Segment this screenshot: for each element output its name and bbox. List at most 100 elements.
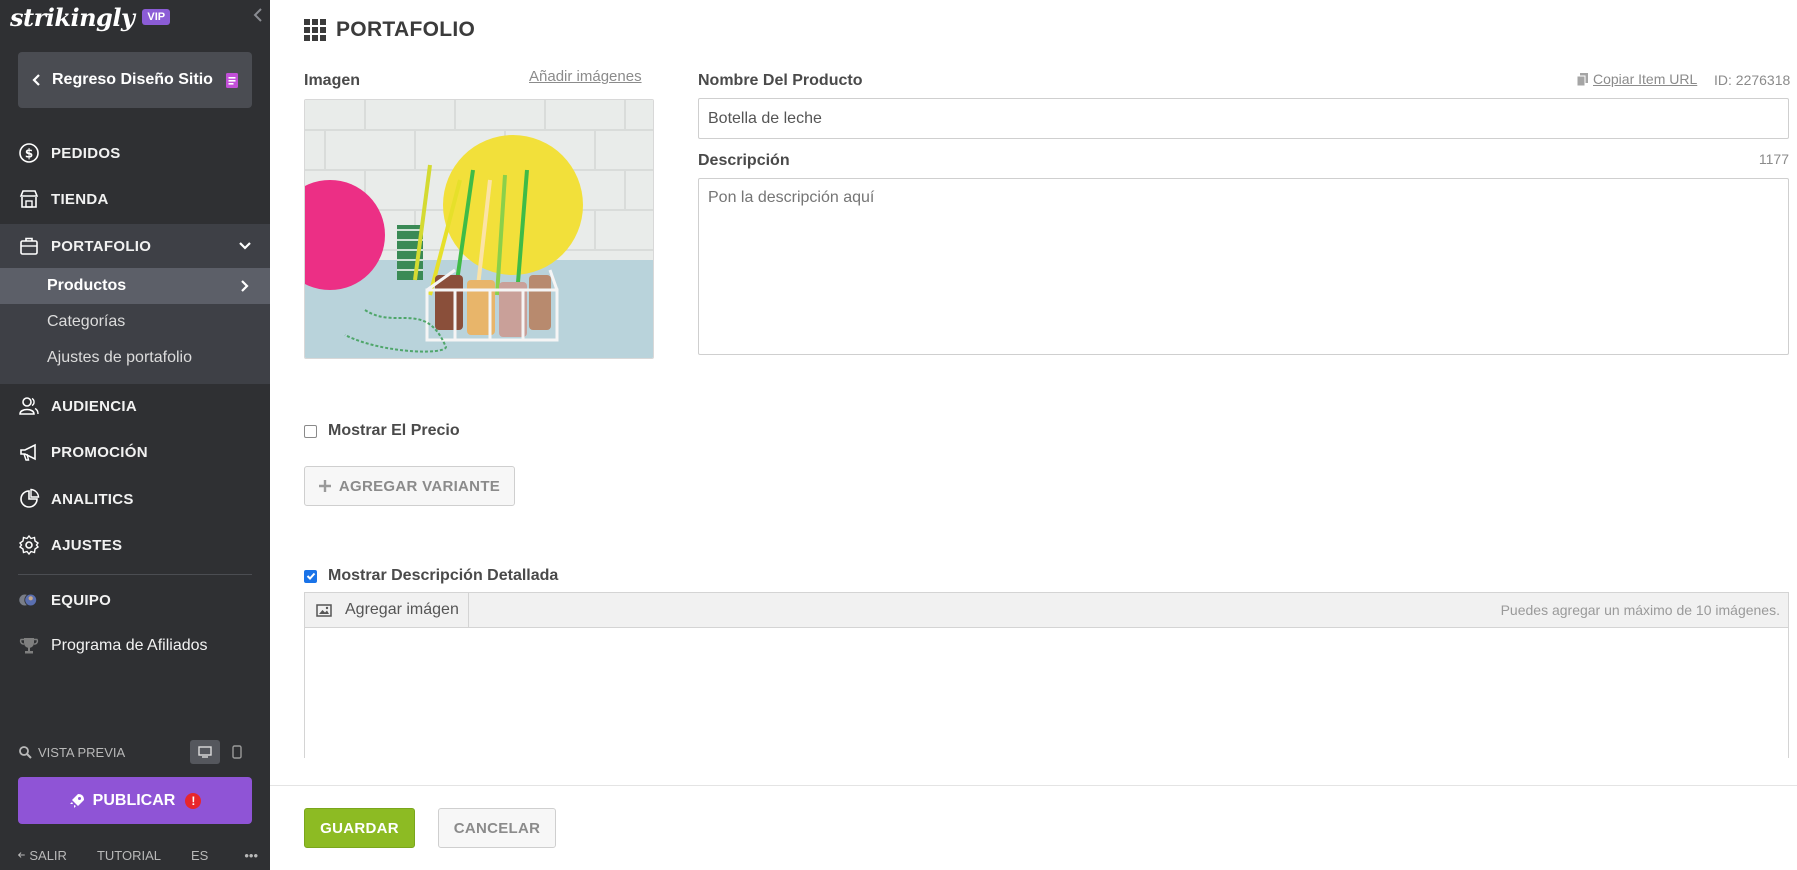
nav-item-label: Programa de Afiliados [51,637,208,654]
rocket-icon [69,793,84,808]
page-title: PORTAFOLIO [336,18,476,41]
copy-item-url-link[interactable]: Copiar Item URL [1576,71,1697,87]
show-price-checkbox[interactable] [304,424,317,438]
add-variant-label: AGREGAR VARIANTE [338,477,501,495]
copy-item-url-label: Copiar Item URL [1593,71,1698,87]
publish-button[interactable]: PUBLICAR ! [18,777,252,824]
show-detail-checkbox[interactable] [304,569,317,583]
subnav-item-label: Ajustes de portafolio [47,349,192,366]
subnav-item-ajustes-portafolio[interactable]: Ajustes de portafolio [0,340,270,376]
exit-link[interactable]: SALIR [29,848,67,863]
desktop-preview-button[interactable] [190,740,220,764]
nav-item-programa-afiliados[interactable]: Programa de Afiliados [0,624,270,668]
show-price-label: Mostrar El Precio [328,422,460,439]
nav-item-audiencia[interactable]: AUDIENCIA [0,384,270,428]
save-button[interactable]: GUARDAR [304,808,415,848]
description-textarea[interactable] [698,178,1789,355]
vip-badge: VIP [142,9,171,25]
language-selector[interactable]: ES [191,848,208,863]
show-detail-label: Mostrar Descripción Detallada [328,567,559,584]
page-header: PORTAFOLIO [304,18,475,42]
pie-chart-icon [18,488,40,510]
briefcase-icon [18,235,40,257]
bottom-action-bar: GUARDAR CANCELAR [270,785,1797,870]
nav-item-portafolio[interactable]: PORTAFOLIO [0,224,270,268]
chevron-right-icon [241,280,249,292]
editor-toolbar: Agregar imágen Puedes agregar un máximo … [305,593,1788,628]
description-label: Descripción [698,152,790,169]
product-name-input[interactable] [698,98,1789,139]
strikingly-logo[interactable]: strikingly [10,3,135,32]
dollar-circle-icon: $ [18,142,40,164]
subnav-item-label: Productos [47,277,127,294]
gear-icon [18,534,40,556]
arrow-left-icon [18,852,25,858]
plus-icon [318,480,331,492]
team-avatars-icon [18,589,40,611]
nav-item-label: ANALITICS [51,490,134,508]
detailed-description-editor: Agregar imágen Puedes agregar un máximo … [304,592,1789,759]
nav-item-promocion[interactable]: PROMOCIÓN [0,430,270,474]
item-id: ID: 2276318 [1714,72,1791,88]
tutorial-link[interactable]: TUTORIAL [97,848,161,863]
preview-label[interactable]: VISTA PREVIA [38,745,125,760]
check-icon [306,572,315,580]
nav-item-analitics[interactable]: ANALITICS [0,477,270,521]
description-char-count: 1177 [1758,151,1789,167]
more-options-icon[interactable]: ••• [244,848,258,863]
editor-body[interactable] [305,628,1788,759]
nav-item-equipo[interactable]: EQUIPO [0,578,270,622]
logo-row: strikingly VIP [10,2,171,32]
mobile-icon [232,745,242,759]
cancel-button[interactable]: CANCELAR [438,808,556,848]
nav-item-label: PORTAFOLIO [51,237,152,255]
sidebar-divider [18,574,252,575]
nav-item-label: AUDIENCIA [51,397,138,415]
nav-item-label: TIENDA [51,190,109,208]
nav-item-label: EQUIPO [51,591,112,609]
mobile-preview-button[interactable] [222,740,252,764]
nav-item-ajustes[interactable]: AJUSTES [0,523,270,567]
publish-label: PUBLICAR [92,791,176,809]
image-label: Imagen [304,72,361,89]
main-content: PORTAFOLIO Imagen Añadir imágenes Nombre… [270,0,1797,870]
back-button-label: Regreso Diseño Sitio [52,71,213,88]
page-icon [225,72,238,88]
sidebar-footer: SALIR TUTORIAL ES ••• [18,845,258,865]
grid-icon [304,19,326,41]
product-image[interactable] [304,99,654,359]
product-photo-milk-bottles [305,100,653,358]
subnav-item-categorias[interactable]: Categorías [0,304,270,340]
nav-item-label: PROMOCIÓN [51,443,148,461]
show-detail-checkbox-row[interactable]: Mostrar Descripción Detallada [304,567,558,585]
product-name-label: Nombre Del Producto [698,72,863,89]
store-icon [18,188,40,210]
nav-item-label: AJUSTES [51,536,123,554]
editor-add-image-label: Agregar imágen [345,601,459,618]
chevron-left-icon [32,74,40,86]
chevron-down-icon [239,242,251,250]
publish-alert-badge: ! [185,792,202,809]
megaphone-icon [18,441,40,463]
image-icon [316,603,332,617]
nav-item-pedidos[interactable]: $ PEDIDOS [0,131,270,175]
editor-add-image-button[interactable]: Agregar imágen [305,593,469,627]
subnav-item-productos[interactable]: Productos [0,268,270,304]
desktop-icon [198,746,212,758]
trophy-icon [18,635,40,657]
copy-icon [1576,73,1588,86]
audience-icon [18,395,40,417]
back-to-site-design-button[interactable]: Regreso Diseño Sitio [18,52,252,108]
editor-image-limit-hint: Puedes agregar un máximo de 10 imágenes. [1500,602,1780,618]
portfolio-subnav: Productos Categorías Ajustes de portafol… [0,268,270,384]
collapse-sidebar-icon[interactable] [251,6,265,24]
sidebar: strikingly VIP Regreso Diseño Sitio $ PE… [0,0,270,870]
add-variant-button[interactable]: AGREGAR VARIANTE [304,466,515,506]
add-images-link[interactable]: Añadir imágenes [529,68,642,85]
svg-text:$: $ [25,147,33,161]
nav-item-tienda[interactable]: TIENDA [0,177,270,221]
preview-row: VISTA PREVIA [18,740,252,764]
show-price-checkbox-row[interactable]: Mostrar El Precio [304,422,460,440]
search-icon [19,746,32,759]
nav-item-label: PEDIDOS [51,144,121,162]
